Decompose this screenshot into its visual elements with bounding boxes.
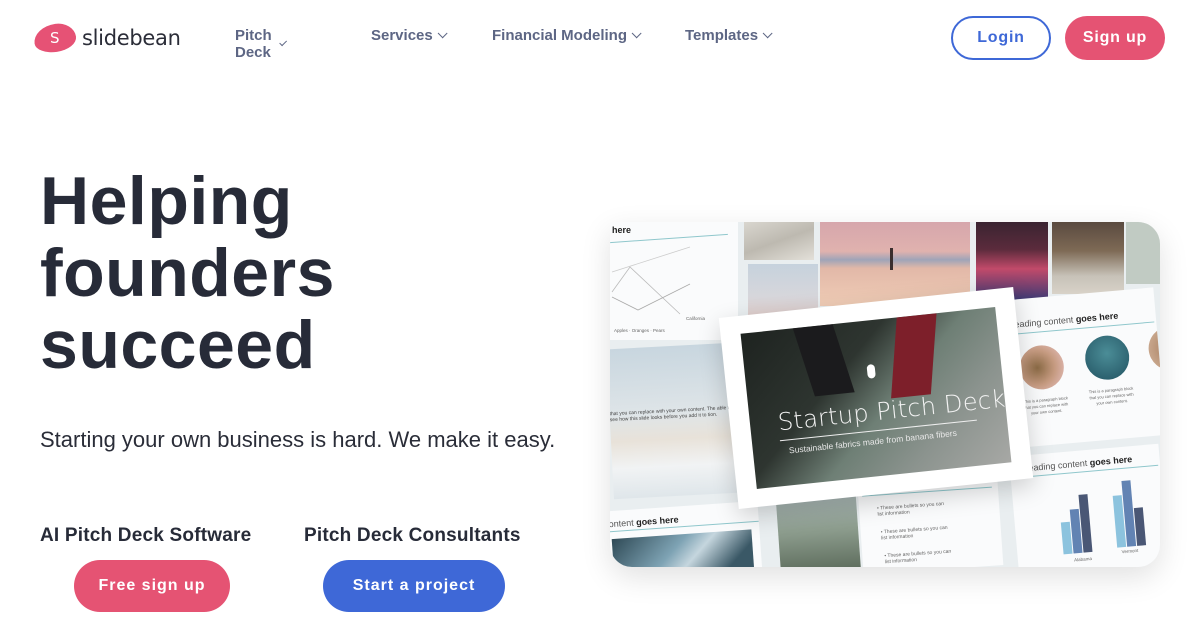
legend-item: Apples xyxy=(614,328,628,333)
bullet-text: These are bullets so you can list inform… xyxy=(880,524,948,542)
hero-title: Helping founders succeed xyxy=(40,165,335,381)
photo-frog-circle xyxy=(1017,343,1066,392)
slide-thumb-succulent: ontent goes here xyxy=(610,500,763,567)
cta-heading-consultants: Pitch Deck Consultants xyxy=(304,525,521,546)
bar-category-label: Vermont xyxy=(1121,547,1139,555)
chevron-down-icon xyxy=(278,37,287,46)
nav-item-services[interactable]: Services xyxy=(371,27,448,44)
signup-button[interactable]: Sign up xyxy=(1065,16,1165,60)
chart-legend: Apples · Oranges · Pears xyxy=(614,328,665,333)
site-header: S slidebean Pitch Deck Services Financia… xyxy=(0,0,1200,76)
photo-whale-circle xyxy=(1083,333,1132,382)
slide-heading: Heading content goes here xyxy=(1022,454,1133,474)
hero-title-line: succeed xyxy=(40,307,316,383)
chevron-down-icon xyxy=(762,28,773,39)
nav-item-label: Financial Modeling xyxy=(492,27,628,44)
nav-item-label: Services xyxy=(371,27,433,44)
photo-arm xyxy=(891,313,937,399)
photo-succulent xyxy=(611,529,755,567)
heading-bold: goes here xyxy=(635,514,679,528)
logo-letter: S xyxy=(50,29,60,47)
photo-sand-dunes xyxy=(744,222,814,260)
nav-item-templates[interactable]: Templates xyxy=(685,27,773,44)
nav-item-pitch-deck[interactable]: Pitch Deck xyxy=(235,27,287,61)
bar-vermont-pears xyxy=(1133,507,1147,546)
paragraph-block: This is a paragraph block that you can r… xyxy=(1088,385,1134,406)
bullet-text: These are bullets so you can list inform… xyxy=(877,500,945,518)
logo-mark-icon: S xyxy=(32,21,78,55)
tile-sage xyxy=(1126,222,1160,284)
photo-figure xyxy=(890,248,893,270)
slide-heading: Heading content goes here xyxy=(1008,311,1119,331)
logo-mark-icon xyxy=(866,363,876,379)
cta-heading-software: AI Pitch Deck Software xyxy=(40,525,252,546)
legend-item: Oranges xyxy=(631,328,650,333)
bar-category-label: Alabama xyxy=(1073,555,1093,563)
clouds-slide-text: that you can replace with your own conte… xyxy=(610,404,733,424)
heading-bold: goes here xyxy=(1089,454,1133,468)
logo[interactable]: S slidebean xyxy=(32,21,181,55)
hero-title-line: Helping xyxy=(40,163,293,239)
heading-bold: goes here xyxy=(1075,310,1119,325)
photo-yoga: Startup Pitch Deck Sustainable fabrics m… xyxy=(740,307,1012,489)
chart-label: California xyxy=(686,316,706,321)
main-slide-startup-pitch-deck: Startup Pitch Deck Sustainable fabrics m… xyxy=(718,287,1034,509)
slide-heading: here xyxy=(612,225,632,235)
slide-thumb-clouds: that you can replace with your own conte… xyxy=(610,342,740,500)
photo-leg xyxy=(792,324,855,397)
legend-item: Pears xyxy=(653,328,665,333)
hero-title-line: founders xyxy=(40,235,335,311)
nav-item-label: Templates xyxy=(685,27,759,44)
bullet-item: • These are bullets so you can list info… xyxy=(876,500,945,518)
free-signup-button[interactable]: Free sign up xyxy=(74,560,230,612)
hero-subtitle: Starting your own business is hard. We m… xyxy=(40,427,556,452)
bullet-text: These are bullets so you can list inform… xyxy=(884,548,952,566)
bullet-item: • These are bullets so you can list info… xyxy=(880,524,948,542)
chevron-down-icon xyxy=(631,28,642,39)
nav-item-label: Pitch Deck xyxy=(235,27,272,61)
chevron-down-icon xyxy=(437,28,448,39)
nav-item-financial-modeling[interactable]: Financial Modeling xyxy=(492,27,642,44)
photo-storefront xyxy=(1052,222,1124,294)
pitch-deck-showcase-image: here California Apples · Oranges · Pears… xyxy=(610,222,1160,567)
start-project-button[interactable]: Start a project xyxy=(323,560,505,612)
line-chart-thumb xyxy=(611,246,691,315)
logo-text: slidebean xyxy=(82,26,181,50)
photo-circle-partial xyxy=(1146,324,1160,372)
bullet-item: • These are bullets so you can list info… xyxy=(884,548,952,566)
login-button[interactable]: Login xyxy=(951,16,1051,60)
paragraph-block: This is a paragraph block that you can r… xyxy=(1023,395,1069,416)
heading-plain: ontent xyxy=(610,517,634,530)
